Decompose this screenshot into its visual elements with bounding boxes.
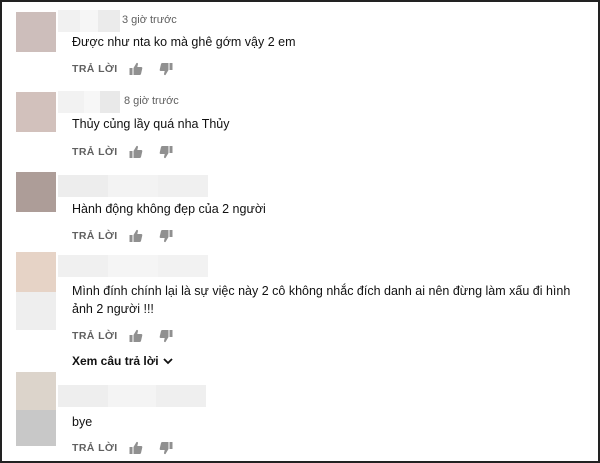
author-name-blurred[interactable] xyxy=(58,91,120,113)
thumbs-down-icon[interactable] xyxy=(158,144,174,160)
avatar[interactable] xyxy=(16,252,56,330)
author-name-blurred[interactable] xyxy=(58,385,206,407)
reply-button[interactable]: TRẢ LỜI xyxy=(72,330,128,342)
thumbs-up-icon[interactable] xyxy=(128,440,144,456)
thumbs-up-icon[interactable] xyxy=(128,228,144,244)
comment-timestamp[interactable]: 8 giờ trước xyxy=(124,95,179,107)
avatar[interactable] xyxy=(16,12,56,52)
reply-button[interactable]: TRẢ LỜI xyxy=(72,146,128,158)
thumbs-down-icon[interactable] xyxy=(158,61,174,77)
thumbs-up-icon[interactable] xyxy=(128,328,144,344)
author-name-blurred[interactable] xyxy=(58,10,120,32)
comment-text: Hành động không đẹp của 2 người xyxy=(72,202,266,216)
avatar[interactable] xyxy=(16,92,56,132)
comment-timestamp[interactable]: 3 giờ trước xyxy=(122,14,177,26)
author-name-blurred[interactable] xyxy=(58,255,208,277)
author-name-blurred[interactable] xyxy=(58,175,208,197)
avatar[interactable] xyxy=(16,172,56,212)
reply-button[interactable]: TRẢ LỜI xyxy=(72,442,128,454)
comment-text: Được như nta ko mà ghê gớm vậy 2 em xyxy=(72,35,296,49)
reply-button[interactable]: TRẢ LỜI xyxy=(72,63,128,75)
comment-text: Mình đính chính lại là sự việc này 2 cô … xyxy=(72,284,571,316)
thumbs-up-icon[interactable] xyxy=(128,61,144,77)
comment-text: bye xyxy=(72,415,93,429)
comment-text: Thủy củng lầy quá nha Thủy xyxy=(72,117,230,131)
thumbs-down-icon[interactable] xyxy=(158,228,174,244)
reply-button[interactable]: TRẢ LỜI xyxy=(72,230,128,242)
avatar[interactable] xyxy=(16,372,56,446)
comments-panel: 3 giờ trước Được như nta ko mà ghê gớm v… xyxy=(0,0,600,463)
chevron-down-icon xyxy=(162,358,173,365)
thumbs-up-icon[interactable] xyxy=(128,144,144,160)
view-replies-label: Xem câu trả lời xyxy=(72,354,159,368)
thumbs-down-icon[interactable] xyxy=(158,440,174,456)
view-replies-button[interactable]: Xem câu trả lời xyxy=(72,354,174,368)
thumbs-down-icon[interactable] xyxy=(158,328,174,344)
